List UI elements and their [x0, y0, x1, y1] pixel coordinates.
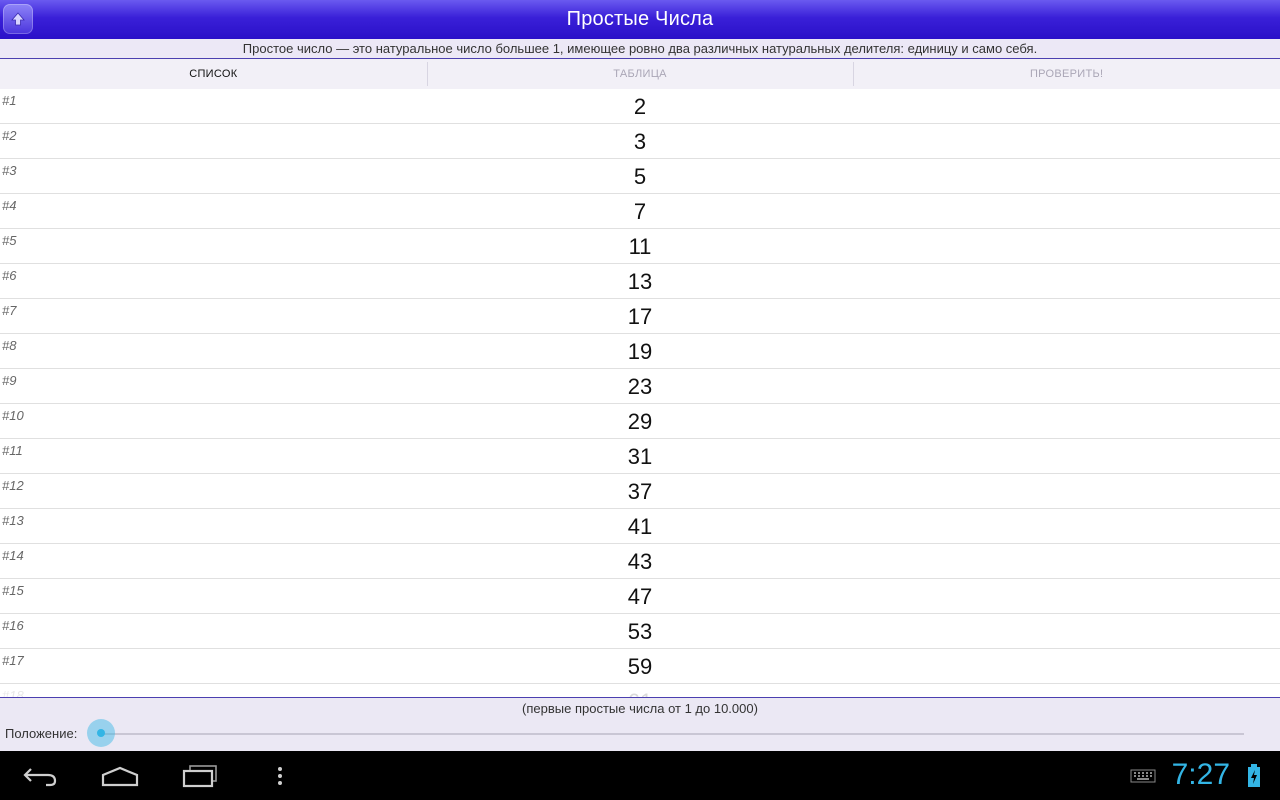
prime-value: 37 [627, 479, 653, 504]
list-item[interactable]: #13 41 [0, 509, 1280, 544]
prime-value: 17 [627, 304, 653, 329]
list-item[interactable]: #10 29 [0, 404, 1280, 439]
list-item[interactable]: #15 47 [0, 579, 1280, 614]
prime-definition: Простое число — это натуральное число бо… [0, 39, 1280, 59]
prime-value: 13 [627, 269, 653, 294]
list-item[interactable]: #7 17 [0, 299, 1280, 334]
prime-value: 59 [627, 654, 653, 679]
tab-list[interactable]: СПИСОК [0, 59, 427, 89]
app-title: Простые Числа [566, 8, 714, 30]
list-item[interactable]: #4 7 [0, 194, 1280, 229]
back-icon [23, 768, 57, 787]
list-item[interactable]: #2 3 [0, 124, 1280, 159]
list-item[interactable]: #1861 [0, 684, 1280, 697]
recent-apps-icon [182, 765, 217, 788]
prime-value: 31 [627, 444, 653, 469]
list-item[interactable]: #14 43 [0, 544, 1280, 579]
prime-value: 47 [627, 584, 653, 609]
list-item[interactable]: #5 11 [0, 229, 1280, 264]
back-button[interactable] [16, 760, 64, 792]
tab-table[interactable]: ТАБЛИЦА [426, 59, 854, 89]
prime-value: 11 [628, 234, 652, 259]
list-item[interactable]: #1 2 [0, 89, 1280, 124]
list-item[interactable]: #3 5 [0, 159, 1280, 194]
prime-value: 5 [633, 164, 647, 189]
battery-charging-icon [1248, 764, 1260, 787]
prime-value: 7 [633, 199, 647, 224]
list-item[interactable]: #6 13 [0, 264, 1280, 299]
prime-value: 61 [0, 689, 1280, 697]
keyboard-icon[interactable] [1130, 769, 1156, 783]
prime-value: 53 [627, 619, 653, 644]
recent-apps-button[interactable] [176, 760, 224, 792]
system-nav-bar: 7:27 [0, 751, 1280, 800]
slider-thumb[interactable] [87, 719, 115, 747]
prime-value: 29 [627, 409, 653, 434]
home-icon [101, 766, 139, 787]
list-item[interactable]: #16 53 [0, 614, 1280, 649]
prime-value: 2 [633, 94, 647, 119]
list-item[interactable]: #8 19 [0, 334, 1280, 369]
tab-bar: СПИСОК ТАБЛИЦА ПРОВЕРИТЬ! [0, 59, 1280, 90]
list-item[interactable]: #17 59 [0, 649, 1280, 684]
arrow-up-icon [11, 12, 25, 26]
position-footer: (первые простые числа от 1 до 10.000) По… [0, 697, 1280, 752]
app-up-button[interactable] [3, 4, 33, 34]
action-bar: Простые Числа [0, 0, 1280, 39]
tab-check[interactable]: ПРОВЕРИТЬ! [853, 59, 1280, 89]
status-clock[interactable]: 7:27 [1172, 758, 1230, 792]
position-label: Положение: [5, 726, 78, 741]
prime-value: 43 [627, 549, 653, 574]
menu-button[interactable] [256, 760, 304, 792]
prime-value: 19 [627, 339, 653, 364]
prime-value: 41 [627, 514, 653, 539]
home-button[interactable] [96, 760, 144, 792]
list-item[interactable]: #11 31 [0, 439, 1280, 474]
range-note: (первые простые числа от 1 до 10.000) [522, 701, 758, 716]
menu-icon [278, 767, 282, 785]
list-item[interactable]: #9 23 [0, 369, 1280, 404]
prime-value: 3 [633, 129, 647, 154]
position-slider[interactable] [100, 733, 1244, 735]
primes-list[interactable]: #1 2 #2 3 #3 5 #4 7 #5 11 #6 13 #7 17 #8 19 #9 23… [0, 89, 1280, 697]
list-item[interactable]: #12 37 [0, 474, 1280, 509]
prime-value: 23 [627, 374, 653, 399]
